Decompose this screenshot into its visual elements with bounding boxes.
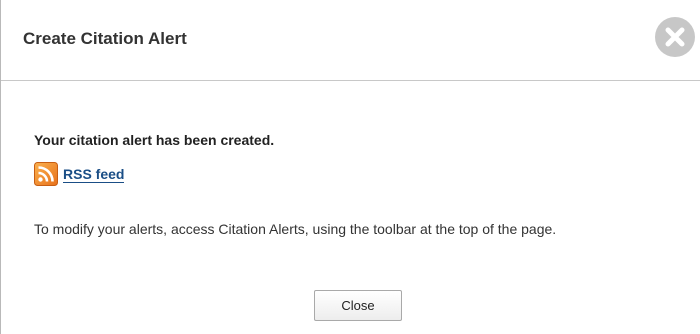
rss-feed-label: RSS feed: [63, 165, 125, 183]
info-text: To modify your alerts, access Citation A…: [34, 221, 557, 237]
rss-feed-link[interactable]: RSS feed: [34, 161, 125, 187]
rss-feed-icon: [34, 162, 58, 186]
confirmation-message: Your citation alert has been created.: [34, 132, 275, 148]
dialog-body: Your citation alert has been created. RS…: [1, 82, 700, 334]
citation-alert-dialog: Create Citation Alert Your citation aler…: [0, 0, 700, 334]
dialog-header: Create Citation Alert: [1, 0, 700, 81]
close-x-circle-icon[interactable]: [655, 17, 695, 57]
close-button[interactable]: Close: [314, 290, 402, 321]
dialog-title: Create Citation Alert: [23, 29, 187, 48]
